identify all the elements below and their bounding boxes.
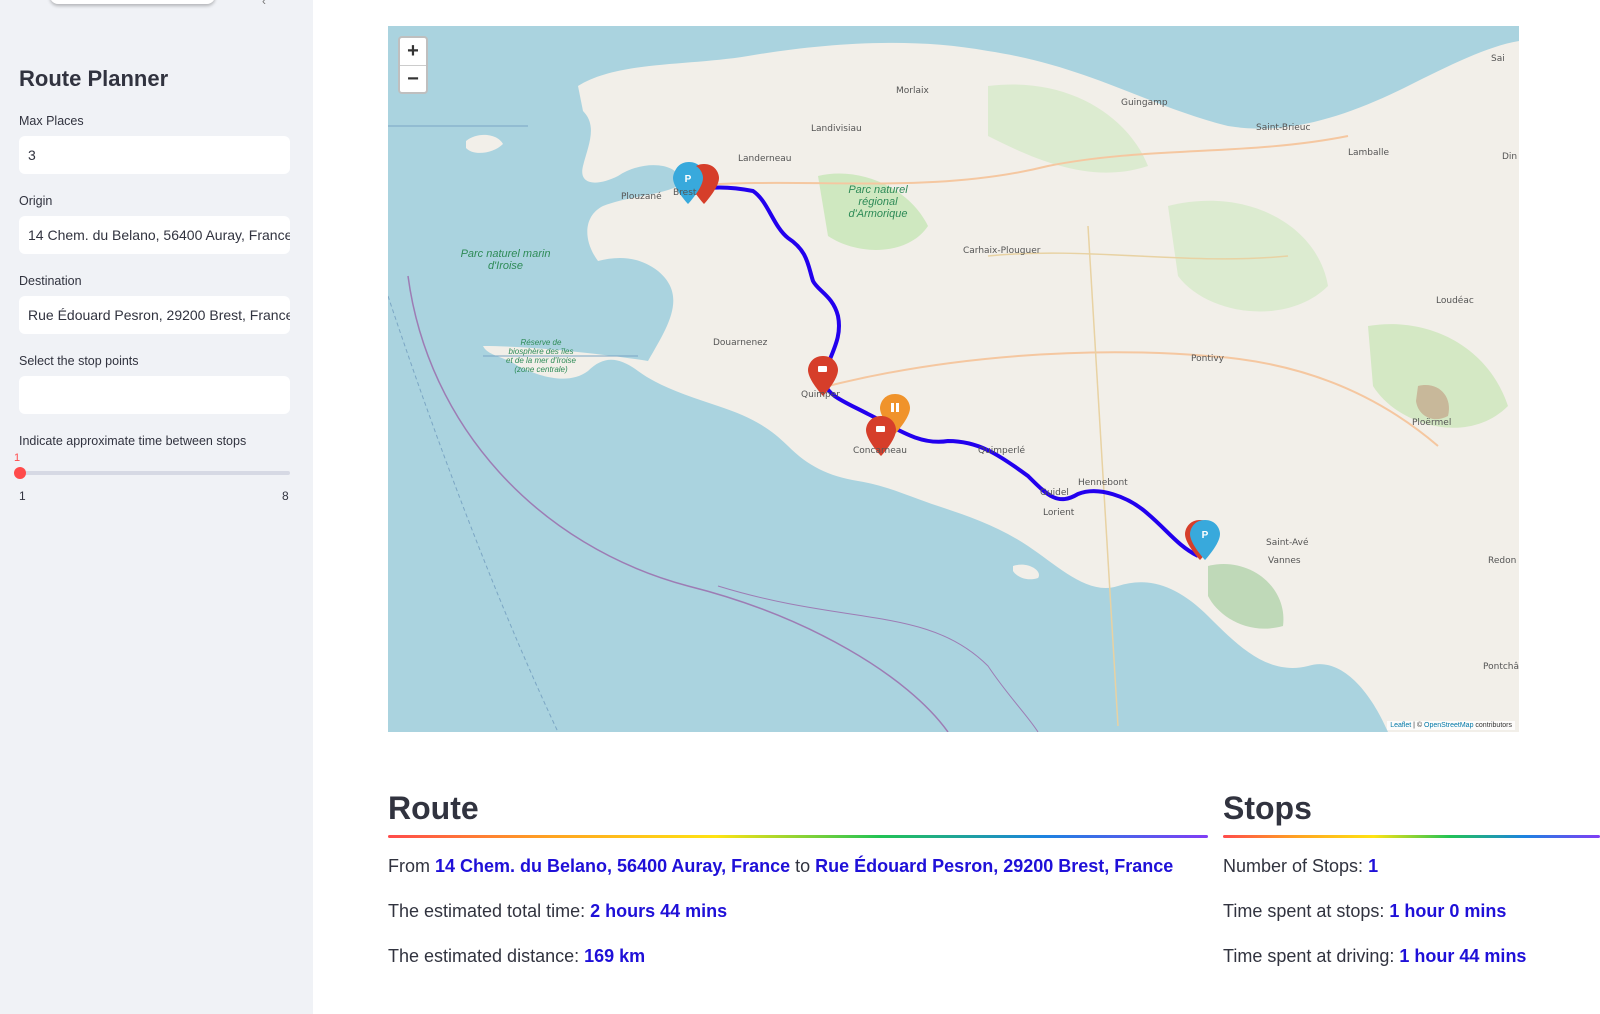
place-label: Concarneau bbox=[853, 446, 907, 456]
svg-text:P: P bbox=[685, 174, 692, 185]
place-label: Ploërmel bbox=[1412, 418, 1452, 428]
stop-time-value: 1 hour 0 mins bbox=[1389, 901, 1507, 921]
distance-line: The estimated distance: 169 km bbox=[388, 946, 645, 967]
osm-link[interactable]: OpenStreetMap bbox=[1424, 722, 1473, 729]
park-label: Parc naturel marin d'Iroise bbox=[460, 248, 551, 272]
to-word: to bbox=[790, 856, 816, 876]
zoom-control: + − bbox=[398, 36, 428, 94]
stop-time-line: Time spent at stops: 1 hour 0 mins bbox=[1223, 901, 1506, 922]
slider-min: 1 bbox=[19, 489, 26, 503]
place-label: Vannes bbox=[1268, 556, 1301, 566]
route-heading: Route bbox=[388, 790, 479, 826]
distance-value: 169 km bbox=[584, 946, 646, 966]
stops-count-prefix: Number of Stops: bbox=[1223, 856, 1369, 876]
place-label: Pontivy bbox=[1191, 354, 1224, 364]
stop-points-label: Select the stop points bbox=[19, 354, 139, 368]
place-label: Redon bbox=[1488, 556, 1517, 566]
route-from-line: From 14 Chem. du Belano, 56400 Auray, Fr… bbox=[388, 856, 1173, 877]
place-label: Loudéac bbox=[1436, 296, 1474, 306]
drive-time-prefix: Time spent at driving: bbox=[1223, 946, 1400, 966]
slider-max: 8 bbox=[282, 489, 289, 503]
total-time-value: 2 hours 44 mins bbox=[590, 901, 728, 921]
time-slider-track[interactable] bbox=[19, 471, 290, 475]
place-label: Guidel bbox=[1040, 488, 1069, 498]
place-label: Lorient bbox=[1043, 508, 1075, 518]
park-label: Réserve de biosphère des îles et de la m… bbox=[506, 338, 577, 374]
time-between-stops-label: Indicate approximate time between stops bbox=[19, 434, 247, 448]
stops-count-value: 1 bbox=[1368, 856, 1379, 876]
place-label: Hennebont bbox=[1078, 478, 1128, 488]
zoom-out-button[interactable]: − bbox=[400, 65, 426, 92]
place-label: Brest bbox=[673, 188, 697, 198]
origin-input[interactable]: 14 Chem. du Belano, 56400 Auray, France bbox=[19, 216, 290, 254]
stops-heading: Stops bbox=[1223, 790, 1312, 826]
stops-divider bbox=[1223, 835, 1600, 838]
place-label: Landivisiau bbox=[811, 124, 862, 134]
place-label: Sai bbox=[1491, 54, 1505, 64]
zoom-in-button[interactable]: + bbox=[400, 38, 426, 65]
stops-count-line: Number of Stops: 1 bbox=[1223, 856, 1378, 877]
map-tiles: P P bbox=[388, 41, 1519, 732]
place-label: Din bbox=[1502, 152, 1518, 162]
total-time-prefix: The estimated total time: bbox=[388, 901, 591, 921]
place-label: Morlaix bbox=[896, 86, 929, 96]
total-time-line: The estimated total time: 2 hours 44 min… bbox=[388, 901, 727, 922]
place-label: Saint-Brieuc bbox=[1256, 123, 1311, 133]
sidebar-collapse-icon[interactable]: ‹ bbox=[262, 0, 266, 8]
place-label: Pontchâteau bbox=[1483, 662, 1519, 672]
from-prefix: From bbox=[388, 856, 435, 876]
attribution-suffix: contributors bbox=[1473, 722, 1512, 729]
max-places-input[interactable]: 3 bbox=[19, 136, 290, 174]
destination-input[interactable]: Rue Édouard Pesron, 29200 Brest, France bbox=[19, 296, 290, 334]
route-destination: Rue Édouard Pesron, 29200 Brest, France bbox=[815, 856, 1174, 876]
route-origin: 14 Chem. du Belano, 56400 Auray, France bbox=[435, 856, 791, 876]
drive-time-line: Time spent at driving: 1 hour 44 mins bbox=[1223, 946, 1526, 967]
place-label: Landerneau bbox=[738, 154, 792, 164]
route-divider bbox=[388, 835, 1208, 838]
place-label: Lamballe bbox=[1348, 148, 1390, 158]
attribution-separator: | © bbox=[1411, 722, 1425, 729]
map-attribution: Leaflet | © OpenStreetMap contributors bbox=[1387, 721, 1515, 730]
sidebar-top-card bbox=[50, 0, 215, 4]
slider-value: 1 bbox=[14, 452, 21, 464]
place-label: Carhaix-Plouguer bbox=[963, 246, 1041, 256]
stop-time-prefix: Time spent at stops: bbox=[1223, 901, 1390, 921]
place-label: Quimperlé bbox=[978, 446, 1026, 456]
sidebar-title: Route Planner bbox=[19, 66, 169, 91]
place-label: Guingamp bbox=[1121, 98, 1168, 108]
svg-text:P: P bbox=[1202, 530, 1209, 541]
origin-label: Origin bbox=[19, 194, 53, 208]
max-places-label: Max Places bbox=[19, 114, 84, 128]
leaflet-link[interactable]: Leaflet bbox=[1390, 722, 1411, 729]
stop-points-select[interactable] bbox=[19, 376, 290, 414]
sidebar: ‹ Route Planner Max Places 3 Origin 14 C… bbox=[0, 0, 313, 1014]
time-slider-thumb[interactable] bbox=[14, 467, 26, 479]
place-label: Plouzané bbox=[621, 192, 662, 202]
route-map[interactable]: P P Morlaix Guingamp Saint-Brieuc Lambal… bbox=[388, 26, 1519, 732]
destination-label: Destination bbox=[19, 274, 82, 288]
place-label: Quimper bbox=[801, 390, 841, 400]
distance-prefix: The estimated distance: bbox=[388, 946, 585, 966]
park-label: Parc naturel régional d'Armorique bbox=[848, 184, 908, 220]
place-label: Douarnenez bbox=[713, 338, 768, 348]
place-label: Saint-Avé bbox=[1266, 538, 1309, 548]
drive-time-value: 1 hour 44 mins bbox=[1399, 946, 1527, 966]
